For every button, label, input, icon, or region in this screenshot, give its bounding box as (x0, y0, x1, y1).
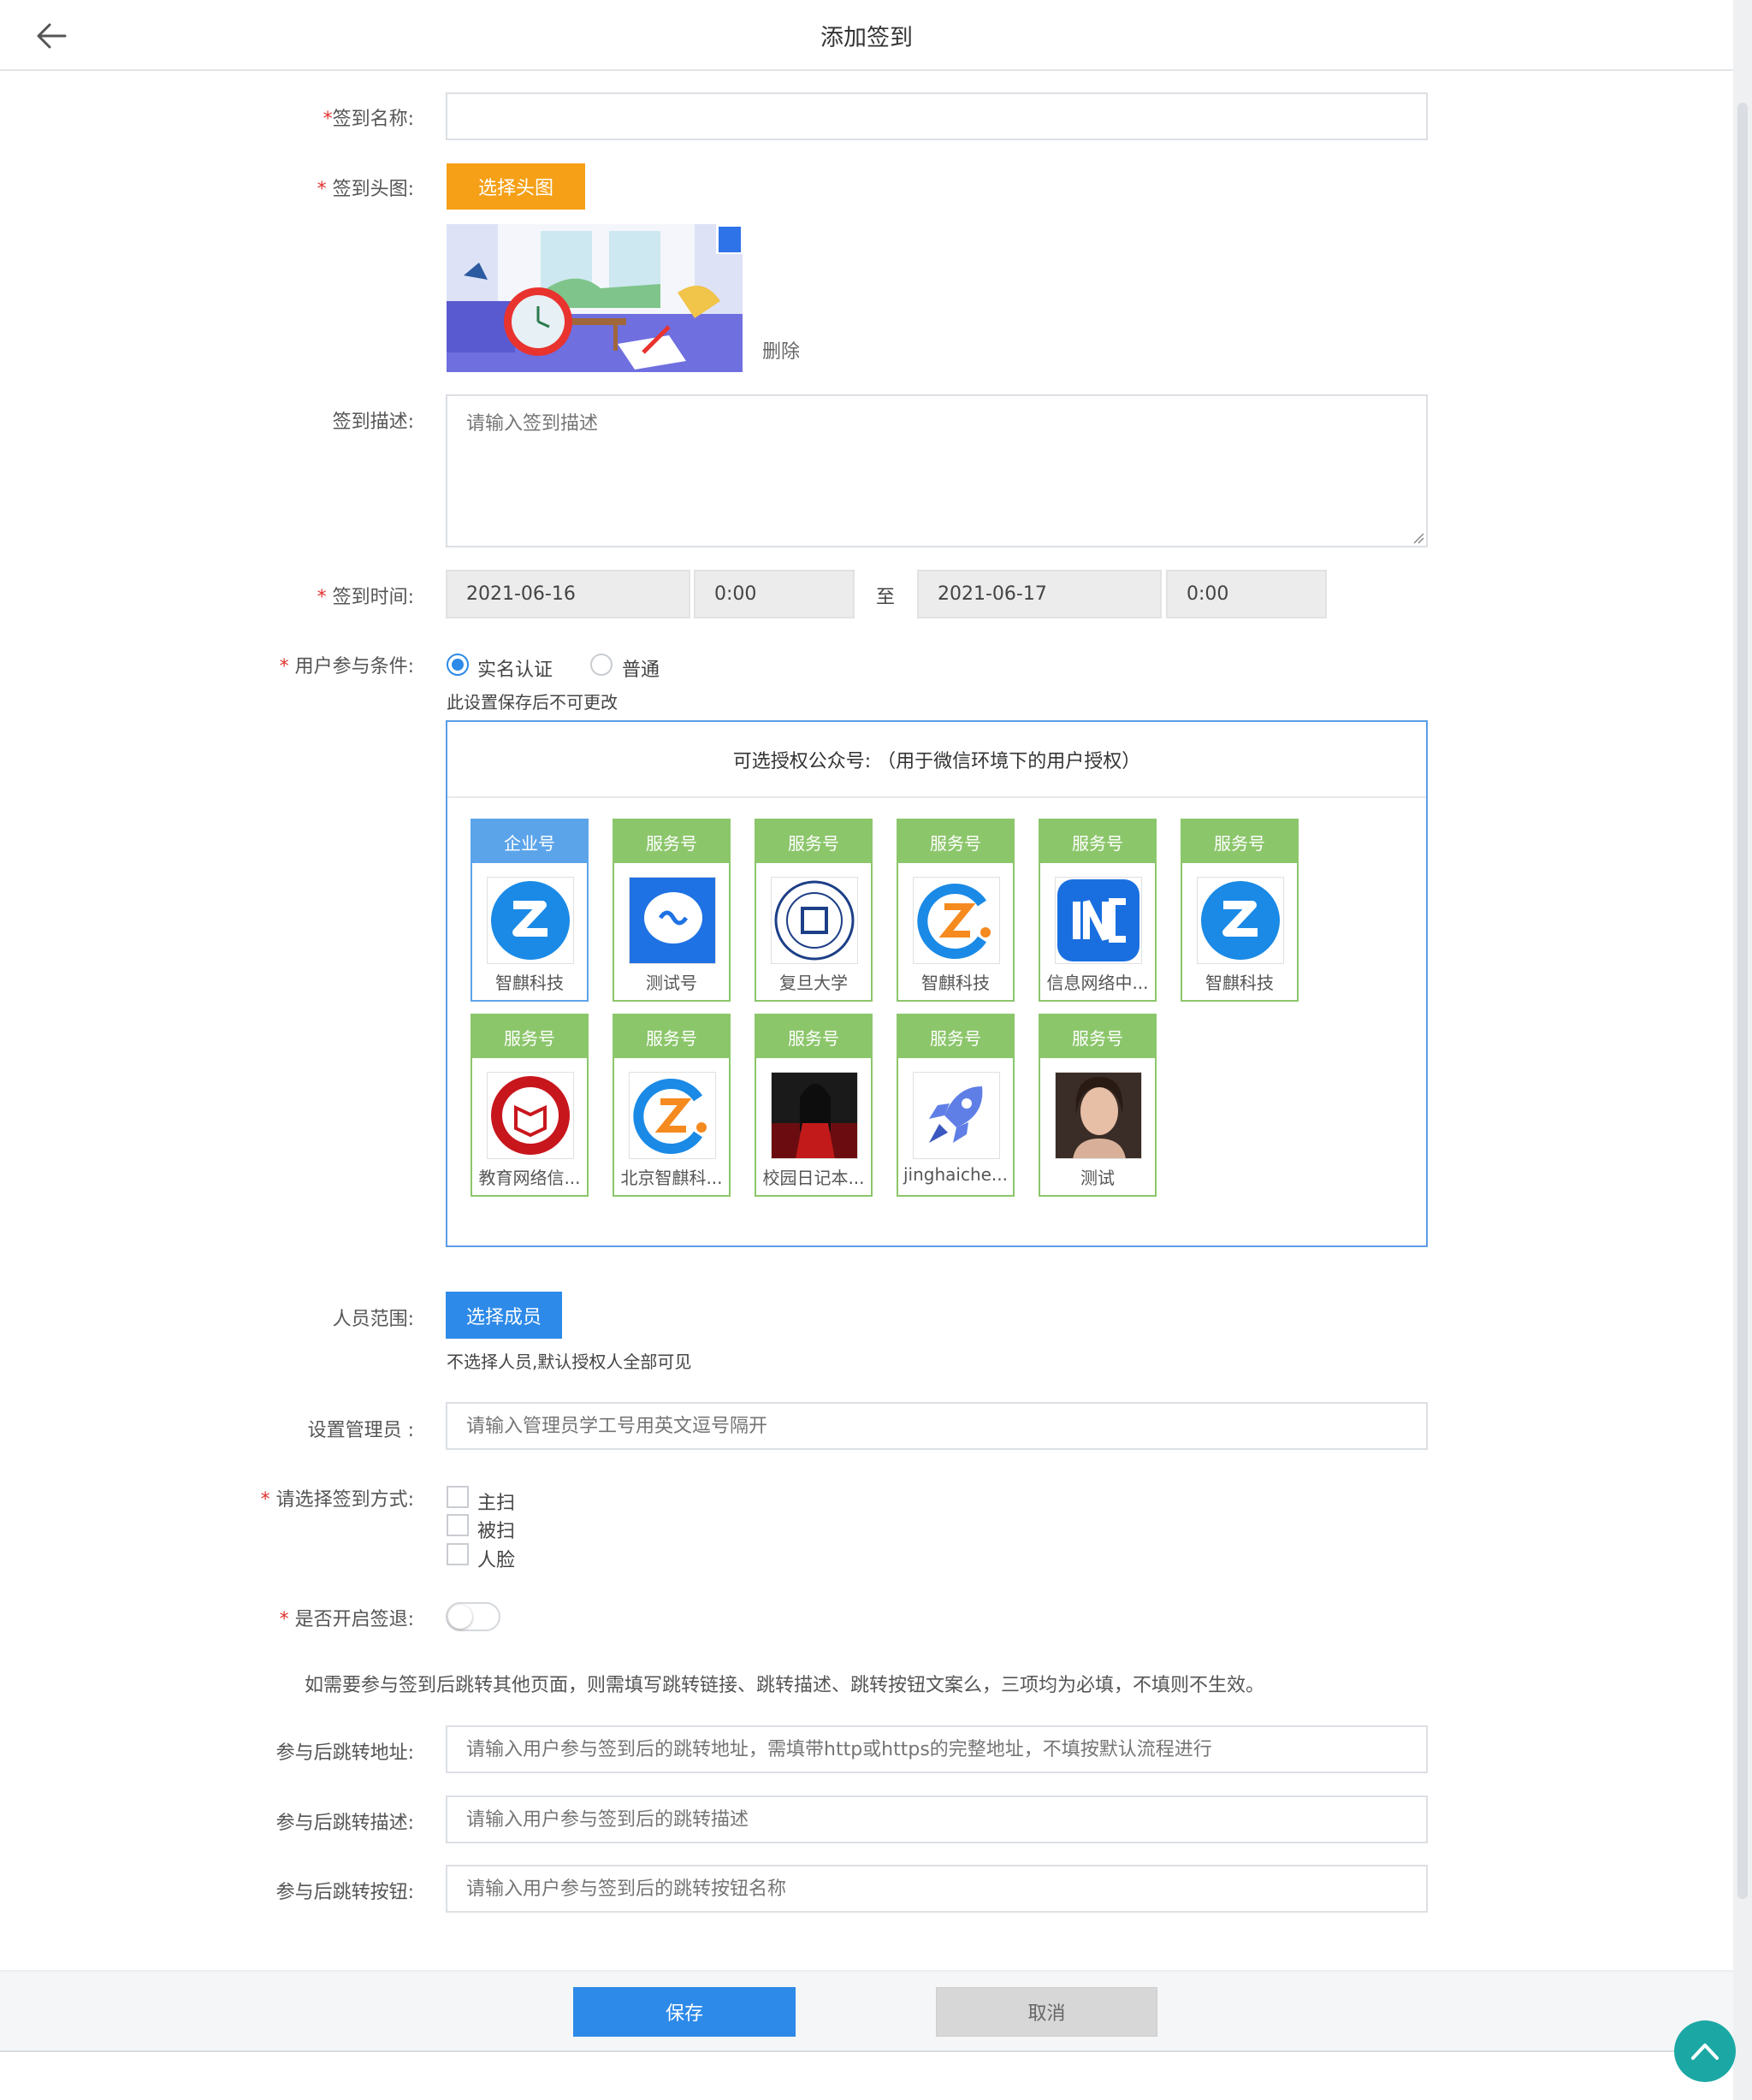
zhiqi-logo-icon (1197, 877, 1284, 964)
account-card[interactable]: 企业号 智麒科技 (471, 819, 589, 1002)
account-name: 智麒科技 (1205, 973, 1274, 993)
name-input[interactable] (446, 92, 1428, 140)
account-card[interactable]: 服务号 复旦大学 (755, 819, 873, 1002)
name-label: *签到名称: (323, 109, 414, 130)
account-name: 智麒科技 (495, 973, 564, 993)
radio-normal[interactable] (590, 654, 613, 676)
account-name: jinghaiche... (903, 1164, 1009, 1185)
rocket-icon (913, 1072, 1000, 1159)
infinity-chat-icon (629, 877, 716, 964)
condition-label: * 用户参与条件: (279, 656, 414, 677)
account-type-badge: 企业号 (472, 820, 587, 863)
checkbox-face-label: 人脸 (477, 1550, 516, 1571)
account-type-badge: 服务号 (614, 820, 729, 863)
end-time-input[interactable]: 0:00 (1166, 570, 1327, 618)
inc-logo-icon (1055, 877, 1142, 964)
account-name: 测试 (1080, 1168, 1115, 1188)
fudan-seal-icon (771, 877, 858, 964)
account-type-badge: 服务号 (1182, 820, 1297, 863)
members-note: 不选择人员,默认授权人全部可见 (447, 1352, 692, 1372)
start-date-input[interactable]: 2021-06-16 (446, 570, 690, 618)
toggle-knob (448, 1605, 472, 1629)
checkbox-scan-passive[interactable] (447, 1514, 469, 1536)
checkbox-scan-active[interactable] (447, 1486, 469, 1508)
person-photo-icon (771, 1072, 858, 1159)
account-card[interactable]: 服务号 jinghaiche... (897, 1014, 1015, 1197)
save-button[interactable]: 保存 (573, 1987, 796, 2037)
account-card[interactable]: 服务号 信息网络中... (1039, 819, 1157, 1002)
account-name: 智麒科技 (921, 973, 990, 993)
account-card[interactable]: 服务号 教育网络信... (471, 1014, 589, 1197)
checkbox-scan-passive-label: 被扫 (477, 1521, 516, 1542)
redirect-button-input[interactable] (446, 1865, 1428, 1913)
choose-cover-button[interactable]: 选择头图 (447, 163, 585, 210)
back-to-top-button[interactable] (1674, 2020, 1736, 2082)
account-card[interactable]: 服务号 智麒科技 (897, 819, 1015, 1002)
account-name: 校园日记本... (762, 1168, 865, 1188)
redirect-note: 如需要参与签到后跳转其他页面，则需填写跳转链接、跳转描述、跳转按钮文案么，三项均… (305, 1675, 1265, 1696)
account-type-badge: 服务号 (756, 1015, 871, 1058)
redirect-url-input[interactable] (446, 1725, 1428, 1773)
account-name: 信息网络中... (1046, 973, 1149, 993)
zhiqi-logo-icon (487, 877, 574, 964)
page: 添加签到 *签到名称: * 签到头图: 选择头图 删除 签到描述: 请输入签到描… (0, 0, 1733, 2100)
account-type-badge: 服务号 (614, 1015, 729, 1058)
account-name: 复旦大学 (779, 973, 848, 993)
admin-label: 设置管理员 : (307, 1420, 414, 1441)
account-card[interactable]: 服务号 测试 (1039, 1014, 1157, 1197)
time-label: * 签到时间: (317, 587, 414, 608)
account-type-badge: 服务号 (898, 1015, 1013, 1058)
desc-label: 签到描述: (332, 411, 414, 433)
delete-cover-link[interactable]: 删除 (762, 336, 800, 364)
members-label: 人员范围: (332, 1309, 414, 1330)
admin-input[interactable] (446, 1402, 1428, 1450)
account-name: 北京智麒科... (620, 1168, 723, 1188)
account-card[interactable]: 服务号 测试号 (613, 819, 731, 1002)
description-textarea[interactable] (446, 394, 1428, 547)
scrollbar-thumb[interactable] (1737, 103, 1748, 1899)
account-card[interactable]: 服务号 北京智麒科... (613, 1014, 731, 1197)
radio-realname-label: 实名认证 (477, 660, 553, 681)
account-type-badge: 服务号 (898, 820, 1013, 863)
resize-handle-icon[interactable] (1412, 532, 1424, 544)
account-panel-title: 可选授权公众号: （用于微信环境下的用户授权） (447, 722, 1426, 798)
end-date-input[interactable]: 2021-06-17 (917, 570, 1162, 618)
select-members-button[interactable]: 选择成员 (446, 1292, 562, 1339)
checkbox-face[interactable] (447, 1543, 469, 1565)
checkout-label: * 是否开启签退: (279, 1609, 414, 1630)
account-name: 测试号 (646, 973, 697, 993)
account-type-badge: 服务号 (1040, 820, 1155, 863)
footer-bar: 保存 取消 (0, 1970, 1733, 2052)
zhiqi-z-logo-icon (629, 1072, 716, 1159)
time-separator: 至 (876, 587, 896, 608)
redirect-button-label: 参与后跳转按钮: (275, 1882, 414, 1903)
account-type-badge: 服务号 (1040, 1015, 1155, 1058)
redirect-url-label: 参与后跳转地址: (275, 1742, 414, 1764)
method-label: * 请选择签到方式: (260, 1489, 414, 1511)
radio-normal-label: 普通 (622, 660, 660, 681)
checkout-toggle[interactable] (446, 1602, 500, 1631)
edu-seal-icon (487, 1072, 574, 1159)
radio-realname[interactable] (447, 654, 469, 676)
zhiqi-z-logo-icon (913, 877, 1000, 964)
header-bar: 添加签到 (0, 0, 1733, 71)
page-title: 添加签到 (820, 25, 913, 51)
condition-note: 此设置保存后不可更改 (447, 692, 618, 713)
account-type-badge: 服务号 (756, 820, 871, 863)
chevron-up-icon (1691, 2044, 1719, 2060)
portrait-photo-icon (1055, 1072, 1142, 1159)
account-panel: 可选授权公众号: （用于微信环境下的用户授权） 企业号 智麒科技 服务号 测试号… (446, 720, 1428, 1247)
account-type-badge: 服务号 (472, 1015, 587, 1058)
account-card[interactable]: 服务号 校园日记本... (755, 1014, 873, 1197)
redirect-desc-input[interactable] (446, 1795, 1428, 1843)
cover-label: * 签到头图: (317, 179, 414, 200)
account-name: 教育网络信... (478, 1168, 581, 1188)
checkbox-scan-active-label: 主扫 (477, 1493, 516, 1514)
start-time-input[interactable]: 0:00 (694, 570, 855, 618)
cancel-button[interactable]: 取消 (936, 1987, 1157, 2037)
redirect-desc-label: 参与后跳转描述: (275, 1813, 414, 1834)
account-card[interactable]: 服务号 智麒科技 (1181, 819, 1299, 1002)
cover-image (447, 224, 743, 372)
